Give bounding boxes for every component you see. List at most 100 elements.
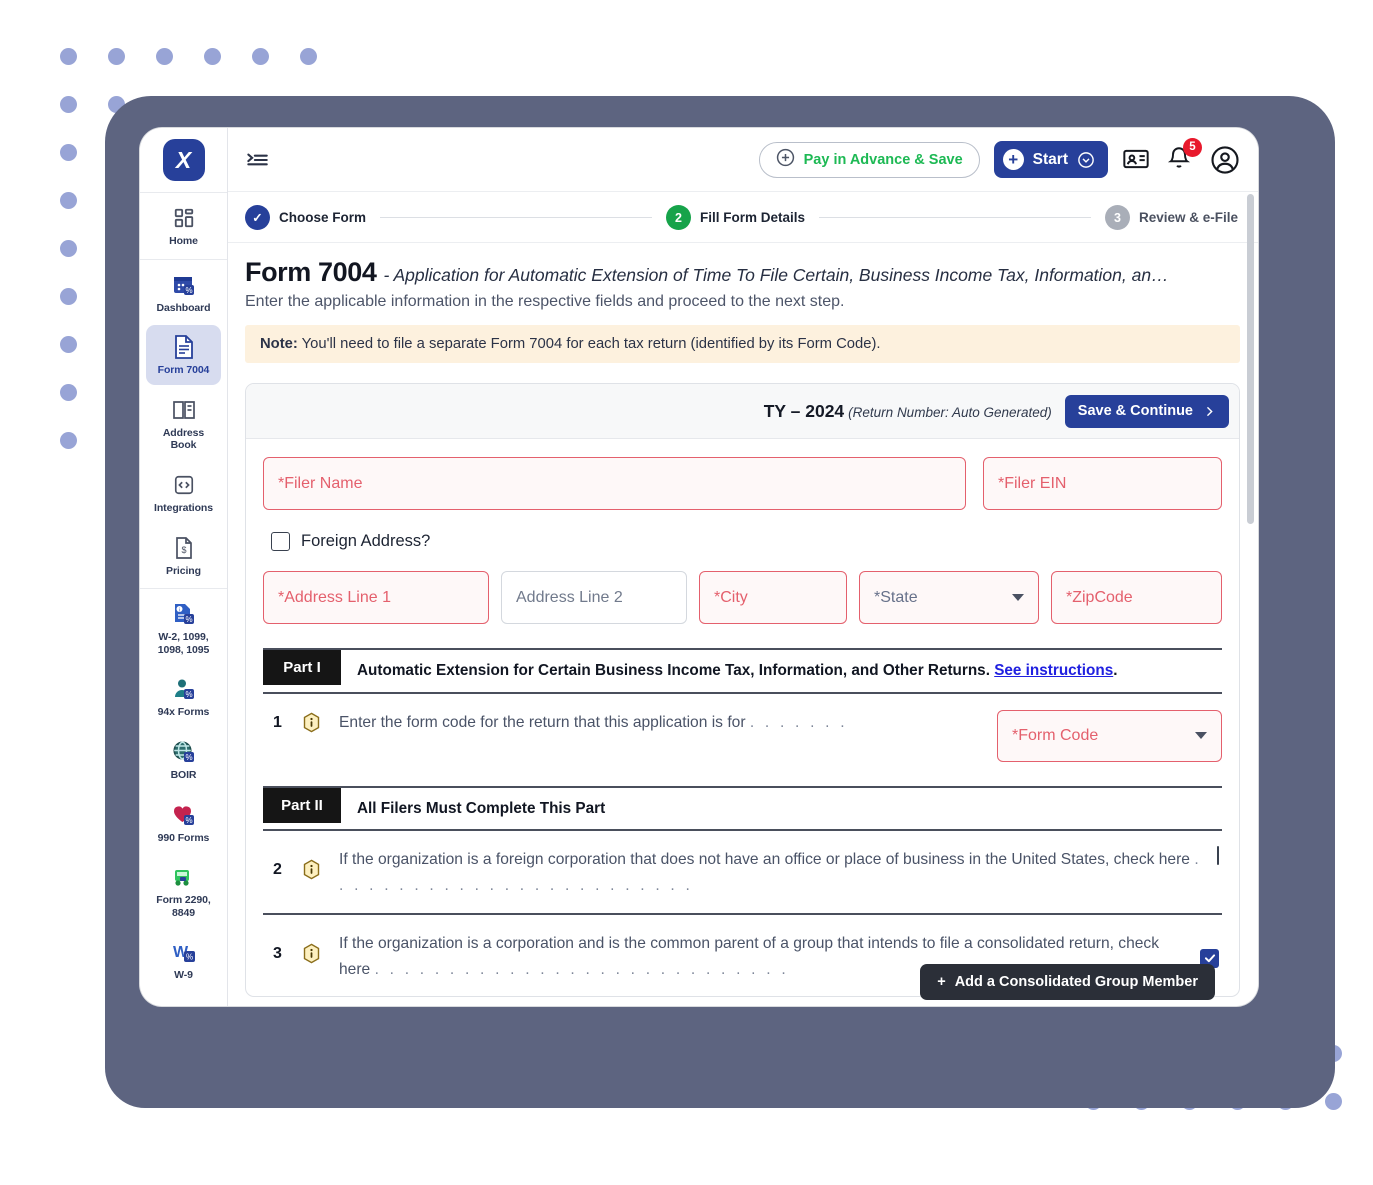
bell-badge: 5 <box>1183 137 1202 157</box>
zipcode-input[interactable]: *ZipCode <box>1051 571 1222 624</box>
contact-card-icon[interactable] <box>1122 145 1152 175</box>
question-2-control <box>1203 846 1222 866</box>
document-icon <box>170 333 198 361</box>
sidebar-item-w9[interactable]: W% W-9 <box>146 930 221 990</box>
state-select[interactable]: *State <box>859 571 1039 624</box>
w-letter-icon: W% <box>170 938 198 966</box>
question-1-label: Enter the form code for the return that … <box>339 713 746 731</box>
question-2-checkbox[interactable] <box>1217 846 1219 866</box>
sidebar-group-secondary: % Dashboard Form 7004 Address Book Integ… <box>140 258 227 586</box>
sidebar-item-form-7004[interactable]: Form 7004 <box>146 325 221 385</box>
sidebar-item-address-book[interactable]: Address Book <box>146 388 221 460</box>
state-select-value: *State <box>874 588 918 606</box>
user-avatar-icon[interactable] <box>1210 145 1240 175</box>
step-3-circle: 3 <box>1104 205 1130 230</box>
main-scrollbar[interactable] <box>1247 194 1254 1002</box>
scrollbar-thumb[interactable] <box>1247 194 1254 524</box>
part-1-heading-end: . <box>1113 662 1118 679</box>
svg-text:%: % <box>185 615 192 624</box>
sidebar-item-boir[interactable]: % BOIR <box>146 730 221 790</box>
progress-stepper: ✓ Choose Form 2 Fill Form Details 3 Revi… <box>228 192 1258 243</box>
step-fill-form-details[interactable]: 2 Fill Form Details <box>665 205 805 230</box>
step-connector-2 <box>819 216 1091 219</box>
info-icon[interactable] <box>301 931 339 969</box>
filer-name-input[interactable]: *Filer Name <box>263 457 966 510</box>
decorative-dot <box>108 48 125 65</box>
sidebar-label-integrations: Integrations <box>154 501 213 514</box>
sidebar-item-integrations[interactable]: Integrations <box>146 463 221 523</box>
tablet-screen: X Home % Dashboard Form 7004 Address Boo… <box>140 128 1258 1006</box>
sidebar-item-w2-1099[interactable]: i% W-2, 1099, 1098, 1095 <box>146 592 221 664</box>
price-tag-icon: $ <box>170 534 198 562</box>
app-logo[interactable]: X <box>140 128 227 192</box>
part-2-header: Part II All Filers Must Complete This Pa… <box>263 787 1222 830</box>
step-choose-form[interactable]: ✓ Choose Form <box>245 205 366 230</box>
sidebar-label-w2-1099: W-2, 1099, 1098, 1095 <box>157 631 210 656</box>
sidebar-item-dashboard[interactable]: % Dashboard <box>146 263 221 323</box>
filer-ein-input[interactable]: *Filer EIN <box>983 457 1222 510</box>
svg-text:$: $ <box>181 545 186 555</box>
globe-icon: % <box>170 738 198 766</box>
see-instructions-link[interactable]: See instructions <box>994 662 1113 679</box>
part-1-header: Part I Automatic Extension for Certain B… <box>263 650 1222 692</box>
foreign-address-row: Foreign Address? <box>271 532 1222 551</box>
sidebar-label-home: Home <box>169 235 198 247</box>
step-3-label: Review & e-File <box>1138 210 1238 225</box>
info-icon[interactable] <box>301 847 339 885</box>
decorative-dot <box>252 48 269 65</box>
form-code-select[interactable]: *Form Code <box>997 709 1222 762</box>
sidebar-label-94x-forms: 94x Forms <box>157 706 210 719</box>
add-consolidated-group-member-label: Add a Consolidated Group Member <box>954 974 1198 990</box>
sidebar-item-pricing[interactable]: $ Pricing <box>146 526 221 586</box>
pay-in-advance-button[interactable]: Pay in Advance & Save <box>758 141 980 178</box>
svg-text:%: % <box>185 953 192 962</box>
start-label: Start <box>1032 150 1068 168</box>
city-input[interactable]: *City <box>699 571 847 624</box>
chevron-down-icon <box>1012 594 1024 601</box>
form-card-header: TY – 2024 (Return Number: Auto Generated)… <box>246 384 1239 439</box>
foreign-address-checkbox[interactable] <box>271 532 290 551</box>
add-consolidated-group-member-button[interactable]: + Add a Consolidated Group Member <box>920 964 1215 1000</box>
part-1-heading: Automatic Extension for Certain Business… <box>341 650 1222 692</box>
question-1-number: 1 <box>273 713 282 731</box>
question-2-number: 2 <box>273 861 282 879</box>
page-title-main: Form 7004 <box>245 257 377 287</box>
info-icon[interactable] <box>301 710 339 738</box>
sidebar-item-94x-forms[interactable]: % 94x Forms <box>146 667 221 727</box>
question-1-control: *Form Code <box>983 709 1222 762</box>
chevron-down-icon <box>1195 732 1207 740</box>
svg-text:%: % <box>185 690 192 699</box>
sidebar-item-home[interactable]: Home <box>146 196 221 256</box>
decorative-dot <box>1325 1093 1342 1110</box>
pay-in-advance-label: Pay in Advance & Save <box>803 151 963 168</box>
step-review-efile[interactable]: 3 Review & e-File <box>1104 205 1238 230</box>
form-code-value: *Form Code <box>1012 726 1099 744</box>
address-line-2-input[interactable]: Address Line 2 <box>501 571 687 624</box>
decorative-dot <box>300 48 317 65</box>
sidebar-item-form-2290[interactable]: Form 2290, 8849 <box>146 855 221 927</box>
sidebar-label-dashboard: Dashboard <box>156 301 211 314</box>
sidebar-item-990-forms[interactable]: % 990 Forms <box>146 793 221 853</box>
question-2-row: 2 If the organization is a foreign corpo… <box>263 829 1222 912</box>
tax-year-label: TY – 2024 (Return Number: Auto Generated) <box>764 401 1052 422</box>
chevron-right-icon <box>1203 405 1216 418</box>
indent-menu-icon[interactable] <box>244 147 270 173</box>
question-3-number: 3 <box>273 944 282 962</box>
plus-icon: + <box>937 974 946 990</box>
save-and-continue-button[interactable]: Save & Continue <box>1064 394 1229 428</box>
decorative-dot <box>156 48 173 65</box>
address-line-1-input[interactable]: *Address Line 1 <box>263 571 489 624</box>
step-2-label: Fill Form Details <box>699 210 805 225</box>
bell-icon[interactable]: 5 <box>1166 137 1202 175</box>
start-button[interactable]: + Start <box>993 141 1108 178</box>
question-1-text: Enter the form code for the return that … <box>339 710 983 736</box>
decorative-dot <box>60 48 77 65</box>
note-label: Note: <box>260 336 298 352</box>
form-card: TY – 2024 (Return Number: Auto Generated)… <box>245 383 1240 998</box>
decorative-dot <box>60 384 77 401</box>
step-connector-1 <box>380 216 652 219</box>
plus-circle-icon <box>776 148 795 171</box>
question-2-label: If the organization is a foreign corpora… <box>339 851 1190 869</box>
part-2-tag: Part II <box>263 787 341 823</box>
logo-letter: X <box>175 146 192 173</box>
